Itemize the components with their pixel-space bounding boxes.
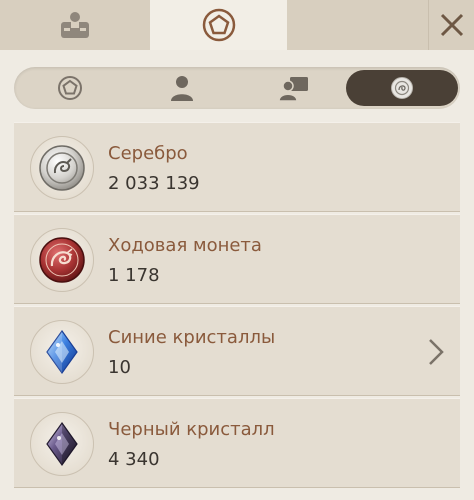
icon-frame (30, 412, 94, 476)
sub-tab-bar (14, 67, 460, 109)
black-crystal-icon (46, 421, 78, 467)
sub-tab-pentagon[interactable] (14, 67, 126, 109)
currency-panel: Серебро 2 033 139 Ходовая монета 1 178 С… (0, 50, 474, 500)
top-tab-bar (0, 0, 474, 50)
pentagon-icon (58, 76, 82, 100)
currency-name: Синие кристаллы (108, 327, 276, 348)
tab-profile[interactable] (0, 0, 150, 50)
list-item[interactable]: Ходовая монета 1 178 (14, 214, 460, 304)
currency-list: Серебро 2 033 139 Ходовая монета 1 178 С… (14, 122, 460, 500)
close-button[interactable] (428, 0, 474, 50)
currency-name: Серебро (108, 143, 188, 164)
silver-coin-icon (391, 77, 413, 99)
person-icon (171, 76, 193, 101)
icon-frame (30, 136, 94, 200)
red-dragon-coin-icon (39, 237, 85, 283)
currency-amount: 4 340 (108, 449, 160, 470)
blue-crystal-icon (46, 329, 78, 375)
sub-tab-people-card[interactable] (238, 67, 350, 109)
icon-frame (30, 320, 94, 384)
silver-coin-icon (39, 145, 85, 191)
currency-name: Черный кристалл (108, 419, 275, 440)
chevron-right-icon[interactable] (426, 337, 446, 367)
sub-tab-coin[interactable] (346, 70, 458, 106)
list-item[interactable]: Черный кристалл 4 340 (14, 398, 460, 488)
tab-currency[interactable] (150, 0, 287, 50)
currency-amount: 2 033 139 (108, 173, 200, 194)
briefcase-person-icon (61, 12, 89, 38)
currency-name: Ходовая монета (108, 235, 262, 256)
currency-amount: 10 (108, 357, 131, 378)
people-card-icon (279, 77, 308, 101)
list-item[interactable]: Серебро 2 033 139 (14, 122, 460, 212)
icon-frame (30, 228, 94, 292)
list-item[interactable]: Синие кристаллы 10 (14, 306, 460, 396)
pentagon-badge-icon (202, 8, 235, 42)
sub-tab-person[interactable] (126, 67, 238, 109)
currency-amount: 1 178 (108, 265, 160, 286)
close-icon (440, 13, 463, 37)
